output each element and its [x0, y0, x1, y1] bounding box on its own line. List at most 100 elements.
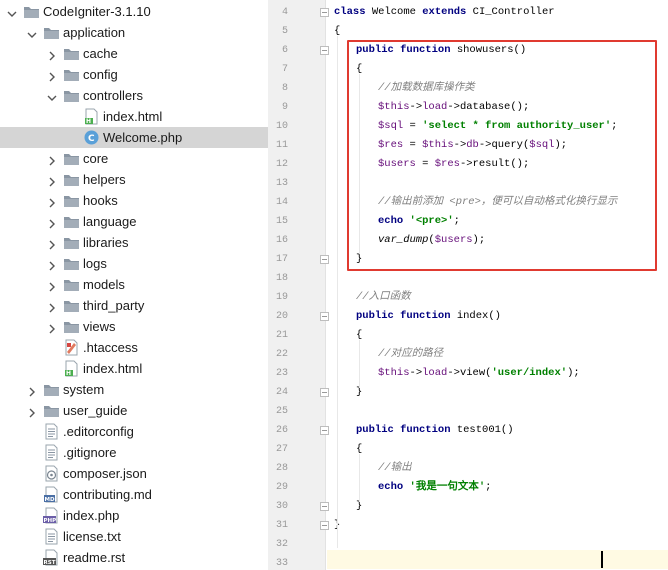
- tree-item[interactable]: license.txt: [0, 526, 268, 547]
- chevron-right-icon[interactable]: [46, 257, 58, 271]
- folder-icon: [63, 276, 80, 293]
- tree-item[interactable]: composer.json: [0, 463, 268, 484]
- line-number: 6: [281, 45, 288, 56]
- code-token: '我是一句文本': [409, 481, 486, 493]
- text-file-icon: [43, 423, 60, 440]
- code-token: test001(): [456, 424, 514, 436]
- chevron-down-icon[interactable]: [46, 89, 58, 101]
- chevron-right-icon[interactable]: [26, 383, 38, 397]
- fold-toggle-icon[interactable]: [320, 502, 329, 511]
- tree-item[interactable]: RST readme.rst: [0, 547, 268, 568]
- tree-item-label: .editorconfig: [63, 424, 134, 439]
- chevron-right-icon[interactable]: [46, 278, 58, 292]
- code-token: 'user/index': [491, 367, 568, 379]
- code-token: index(): [456, 310, 501, 322]
- chevron-right-icon[interactable]: [46, 194, 58, 208]
- tree-item-label: helpers: [83, 172, 126, 187]
- text-file-icon: [43, 444, 60, 461]
- svg-text:RST: RST: [44, 560, 56, 566]
- line-number: 4: [281, 7, 288, 18]
- folder-icon: [43, 24, 60, 41]
- tree-item[interactable]: PHP index.php: [0, 505, 268, 526]
- tree-item-label: libraries: [83, 235, 129, 250]
- line-number: 24: [275, 387, 288, 398]
- tree-item[interactable]: Hindex.html: [0, 106, 268, 127]
- code-token: ;: [485, 481, 492, 493]
- folder-icon: [43, 402, 60, 419]
- tree-item-label: hooks: [83, 193, 118, 208]
- tree-item-label: core: [83, 151, 109, 166]
- line-number: 25: [275, 406, 288, 417]
- fold-toggle-icon[interactable]: [320, 46, 329, 55]
- tree-item-label: system: [63, 382, 105, 397]
- tree-item[interactable]: CodeIgniter-3.1.10: [0, 1, 268, 22]
- chevron-right-icon[interactable]: [46, 152, 58, 166]
- fold-toggle-icon[interactable]: [320, 312, 329, 321]
- rst-file-icon: RST: [43, 549, 60, 566]
- code-token: //入口函数: [356, 291, 411, 303]
- chevron-right-icon[interactable]: [46, 215, 58, 229]
- chevron-down-icon[interactable]: [26, 26, 38, 38]
- tree-item[interactable]: .gitignore: [0, 442, 268, 463]
- tree-item[interactable]: config: [0, 64, 268, 85]
- indent-guide: [337, 36, 338, 548]
- folder-icon: [63, 318, 80, 335]
- tree-item[interactable]: application: [0, 22, 268, 43]
- tree-item[interactable]: user_guide: [0, 400, 268, 421]
- fold-toggle-icon[interactable]: [320, 388, 329, 397]
- tree-item[interactable]: controllers: [0, 85, 268, 106]
- code-token: //对应的路径: [378, 348, 444, 360]
- chevron-right-icon[interactable]: [46, 68, 58, 82]
- code-line: class Welcome extends CI_Controller: [334, 3, 555, 22]
- tree-item[interactable]: language: [0, 211, 268, 232]
- tree-item[interactable]: .htaccess: [0, 337, 268, 358]
- tree-item[interactable]: third_party: [0, 295, 268, 316]
- fold-toggle-icon[interactable]: [320, 255, 329, 264]
- line-number: 27: [275, 444, 288, 455]
- line-number: 14: [275, 197, 288, 208]
- line-number: 7: [281, 64, 288, 75]
- tree-item[interactable]: logs: [0, 253, 268, 274]
- line-number: 15: [275, 216, 288, 227]
- chevron-down-icon[interactable]: [6, 5, 18, 17]
- chevron-right-icon[interactable]: [46, 236, 58, 250]
- line-number: 16: [275, 235, 288, 246]
- tree-item-label: Welcome.php: [103, 130, 183, 145]
- code-token: load: [422, 367, 448, 379]
- tree-item[interactable]: MD contributing.md: [0, 484, 268, 505]
- line-number: 9: [281, 102, 288, 113]
- line-number: 28: [275, 463, 288, 474]
- chevron-right-icon[interactable]: [46, 47, 58, 61]
- code-token: echo: [378, 481, 410, 493]
- tree-item[interactable]: helpers: [0, 169, 268, 190]
- tree-item-label: composer.json: [63, 466, 147, 481]
- fold-toggle-icon[interactable]: [320, 521, 329, 530]
- tree-item-label: index.php: [63, 508, 120, 523]
- fold-toggle-icon[interactable]: [320, 8, 329, 17]
- chevron-right-icon[interactable]: [46, 299, 58, 313]
- line-number: 12: [275, 159, 288, 170]
- tree-item[interactable]: C Welcome.php: [0, 127, 268, 148]
- svg-text:H: H: [66, 370, 71, 377]
- code-line: echo '我是一句文本';: [378, 478, 491, 497]
- line-number: 32: [275, 539, 288, 550]
- tree-item[interactable]: system: [0, 379, 268, 400]
- chevron-right-icon[interactable]: [46, 173, 58, 187]
- tree-item[interactable]: core: [0, 148, 268, 169]
- tree-item[interactable]: libraries: [0, 232, 268, 253]
- line-number: 19: [275, 292, 288, 303]
- tree-item[interactable]: cache: [0, 43, 268, 64]
- fold-toggle-icon[interactable]: [320, 426, 329, 435]
- tree-item[interactable]: views: [0, 316, 268, 337]
- tree-item-label: controllers: [83, 88, 143, 103]
- chevron-right-icon[interactable]: [26, 404, 38, 418]
- code-line: $this->load->view('user/index');: [378, 364, 580, 383]
- folder-icon: [63, 87, 80, 104]
- chevron-right-icon[interactable]: [46, 320, 58, 334]
- tree-item[interactable]: models: [0, 274, 268, 295]
- line-number: 26: [275, 425, 288, 436]
- tree-item[interactable]: Hindex.html: [0, 358, 268, 379]
- tree-item[interactable]: hooks: [0, 190, 268, 211]
- html-file-icon: H: [83, 108, 100, 125]
- tree-item[interactable]: .editorconfig: [0, 421, 268, 442]
